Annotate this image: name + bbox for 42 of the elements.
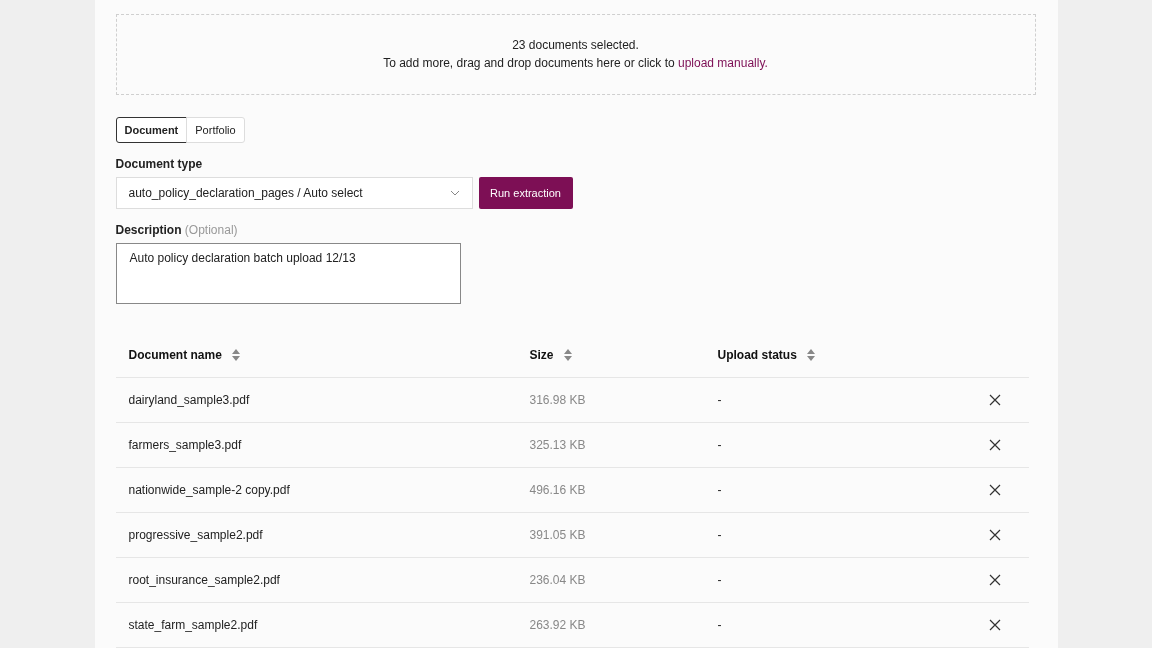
- table-cell-text: 316.98 KB: [529, 393, 587, 407]
- sort-icon[interactable]: [806, 348, 815, 361]
- close-icon[interactable]: [988, 574, 1001, 586]
- chevron-down-icon: [449, 189, 460, 196]
- table-cell-text: progressive_sample2.pdf: [128, 528, 264, 542]
- table-cell-text: 236.04 KB: [529, 573, 587, 587]
- description-field[interactable]: Auto policy declaration batch upload 12/13: [115, 242, 461, 304]
- dropzone[interactable]: 23 documents selected. To add more, drag and drop documents here or click to upload manually.: [115, 14, 1036, 95]
- table-cell-text: 325.13 KB: [529, 438, 587, 452]
- column-header: Upload status: [717, 347, 797, 362]
- table-cell-text: nationwide_sample-2 copy.pdf: [128, 483, 291, 497]
- table-cell-text: farmers_sample3.pdf: [128, 438, 243, 452]
- table-cell-text: -: [717, 483, 723, 497]
- table-cell-text: 263.92 KB: [529, 618, 587, 632]
- table-cell-text: -: [717, 438, 723, 452]
- dropzone-hint: To add more, drag and drop documents here or click to upload manually.: [383, 56, 768, 71]
- table-cell-text: 391.05 KB: [529, 528, 587, 542]
- table-cell-text: 496.16 KB: [529, 483, 587, 497]
- column-header: Document name: [128, 347, 222, 362]
- close-icon[interactable]: [988, 484, 1001, 496]
- close-icon[interactable]: [988, 529, 1001, 541]
- sort-icon[interactable]: [563, 348, 572, 361]
- selected-count-text: 23 documents selected.: [512, 38, 639, 53]
- tab[interactable]: Document: [115, 116, 188, 143]
- run-extraction-button[interactable]: Run extraction: [478, 176, 573, 209]
- tab[interactable]: Portfolio: [186, 116, 245, 143]
- table-cell-text: -: [717, 393, 723, 407]
- table-cell-text: state_farm_sample2.pdf: [128, 618, 259, 632]
- document-type-select[interactable]: auto_policy_declaration_pages / Auto select: [115, 176, 473, 209]
- table-cell-text: -: [717, 573, 723, 587]
- close-icon[interactable]: [988, 439, 1001, 451]
- table-cell-text: root_insurance_sample2.pdf: [128, 573, 281, 587]
- field-label: Description (Optional): [115, 222, 239, 237]
- upload-link[interactable]: upload manually.: [678, 56, 768, 71]
- close-icon[interactable]: [988, 394, 1001, 406]
- column-header: Size: [529, 347, 554, 362]
- table-cell-text: -: [717, 618, 723, 632]
- table-cell-text: dairyland_sample3.pdf: [128, 393, 251, 407]
- sort-icon[interactable]: [231, 348, 240, 361]
- field-label: Document type: [115, 156, 204, 171]
- table-cell-text: -: [717, 528, 723, 542]
- close-icon[interactable]: [988, 619, 1001, 631]
